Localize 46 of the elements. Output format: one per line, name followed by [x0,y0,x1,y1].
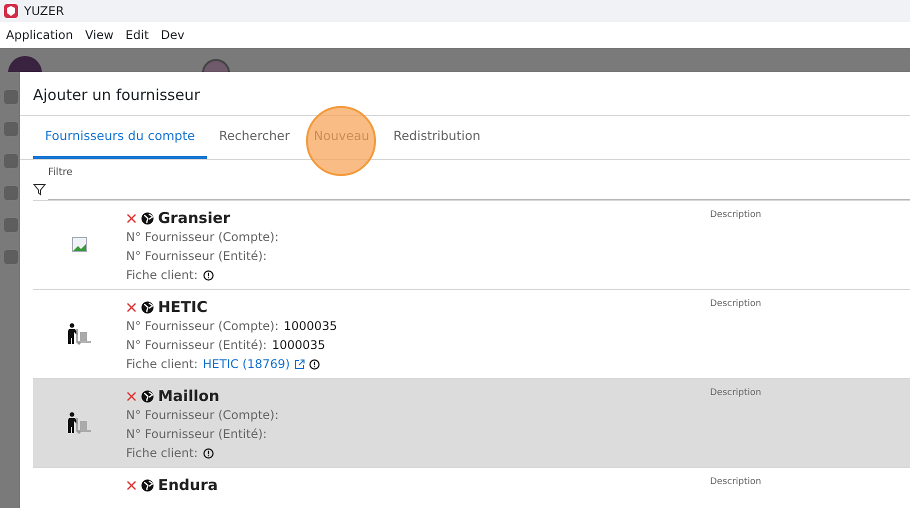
info-icon[interactable] [202,270,214,281]
client-link[interactable]: HETIC (18769) [202,355,290,374]
menu-item[interactable]: Edit [122,26,153,44]
delete-icon[interactable] [126,390,137,402]
menu-item[interactable]: Application [2,26,78,44]
external-link-icon[interactable] [294,359,305,370]
supplier-row[interactable]: Endura Description [33,468,910,508]
delete-icon[interactable] [126,212,137,224]
field-label: N° Fournisseur (Entité): [126,248,267,265]
field-label: Fiche client: [126,356,198,373]
supplier-name: Endura [158,475,218,495]
description-label: Description [710,477,762,487]
supplier-name: Gransier [158,208,230,228]
supplier-row[interactable]: Gransier N° Fournisseur (Compte): N° Fournisseur (Entité): Fiche client: Description [33,201,910,290]
broken-image-icon [72,237,88,253]
tab[interactable]: Redistribution [381,116,492,159]
tab[interactable]: Fournisseurs du compte [33,116,207,159]
description-label: Description [710,210,762,220]
worker-with-hand-truck-icon [66,412,92,434]
field-label: N° Fournisseur (Entité): [126,337,267,354]
window-title: YUZER [24,3,64,20]
delete-icon[interactable] [126,302,137,312]
description-label: Description [710,388,762,398]
description-label: Description [710,299,762,309]
menu-item[interactable]: View [81,26,118,44]
supplier-name: HETIC [158,297,208,317]
worker-with-hand-truck-icon [66,323,92,345]
filter-field[interactable]: Filtre [48,165,910,200]
info-icon[interactable] [308,359,320,370]
app-logo-icon [4,4,18,18]
tab[interactable]: Rechercher [206,116,302,159]
delete-icon[interactable] [126,480,137,490]
field-label: Filtre [48,166,74,180]
field-value: 1000035 [272,337,326,354]
filter-icon [33,183,46,196]
supplier-name: Maillon [158,386,220,406]
field-label: N° Fournisseur (Compte): [126,229,279,246]
field-label: Fiche client: [126,445,198,462]
menu-item[interactable]: Dev [156,26,189,44]
info-icon[interactable] [202,448,214,459]
field-label: N° Fournisseur (Compte): [126,318,279,335]
field-label: Fiche client: [126,267,198,284]
field-label: N° Fournisseur (Compte): [126,407,279,424]
field-label: N° Fournisseur (Entité): [126,426,267,443]
field-value: 1000035 [284,318,338,335]
supplier-row[interactable]: Maillon N° Fournisseur (Compte): N° Fournisseur (Entité): Fiche client: Description [33,379,910,468]
